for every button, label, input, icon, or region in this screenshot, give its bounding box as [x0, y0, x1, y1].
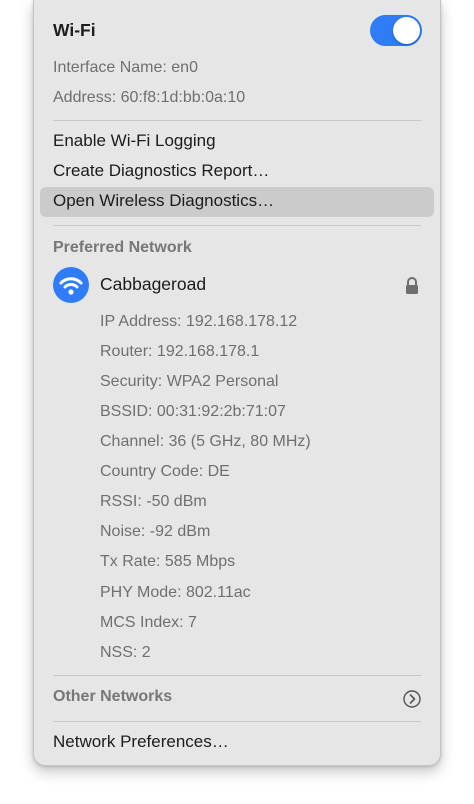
wifi-header: Wi-Fi: [34, 15, 440, 46]
other-networks-item[interactable]: Other Networks: [40, 684, 434, 714]
wifi-toggle[interactable]: [370, 15, 422, 46]
separator: [53, 675, 421, 676]
network-preferences-item[interactable]: Network Preferences…: [40, 728, 434, 758]
bssid: BSSID: 00:31:92:2b:71:07: [100, 403, 286, 420]
interface-name: Interface Name: en0: [53, 59, 198, 76]
channel: Channel: 36 (5 GHz, 80 MHz): [100, 433, 311, 450]
phy-mode: PHY Mode: 802.11ac: [100, 584, 251, 601]
separator: [53, 721, 421, 722]
wifi-title: Wi-Fi: [53, 20, 96, 40]
preferred-network-heading: Preferred Network: [53, 239, 192, 256]
enable-wifi-logging-item[interactable]: Enable Wi-Fi Logging: [40, 127, 434, 157]
nss: NSS: 2: [100, 644, 151, 661]
open-wireless-diagnostics-item[interactable]: Open Wireless Diagnostics…: [40, 187, 434, 217]
toggle-knob: [393, 17, 420, 44]
mac-address: Address: 60:f8:1d:bb:0a:10: [53, 89, 246, 106]
create-diagnostics-report-item[interactable]: Create Diagnostics Report…: [40, 157, 434, 187]
separator: [53, 120, 421, 121]
router: Router: 192.168.178.1: [100, 343, 260, 360]
lock-icon: [404, 276, 420, 296]
mcs-index: MCS Index: 7: [100, 614, 197, 631]
rssi: RSSI: -50 dBm: [100, 493, 207, 510]
create-diagnostics-report-label: Create Diagnostics Report…: [53, 161, 270, 180]
separator: [53, 225, 421, 226]
country-code: Country Code: DE: [100, 463, 230, 480]
other-networks-label: Other Networks: [53, 688, 173, 705]
network-name: Cabbageroad: [100, 274, 207, 294]
wifi-icon: [53, 267, 89, 303]
wifi-menu-panel: Wi-Fi Interface Name: en0 Address: 60:f8…: [33, 0, 441, 766]
network-preferences-label: Network Preferences…: [53, 732, 229, 751]
open-wireless-diagnostics-label: Open Wireless Diagnostics…: [53, 191, 275, 210]
security: Security: WPA2 Personal: [100, 373, 279, 390]
ip-address: IP Address: 192.168.178.12: [100, 313, 298, 330]
noise: Noise: -92 dBm: [100, 523, 211, 540]
enable-wifi-logging-label: Enable Wi-Fi Logging: [53, 131, 216, 150]
tx-rate: Tx Rate: 585 Mbps: [100, 553, 236, 570]
chevron-right-circle-icon[interactable]: [402, 689, 422, 709]
